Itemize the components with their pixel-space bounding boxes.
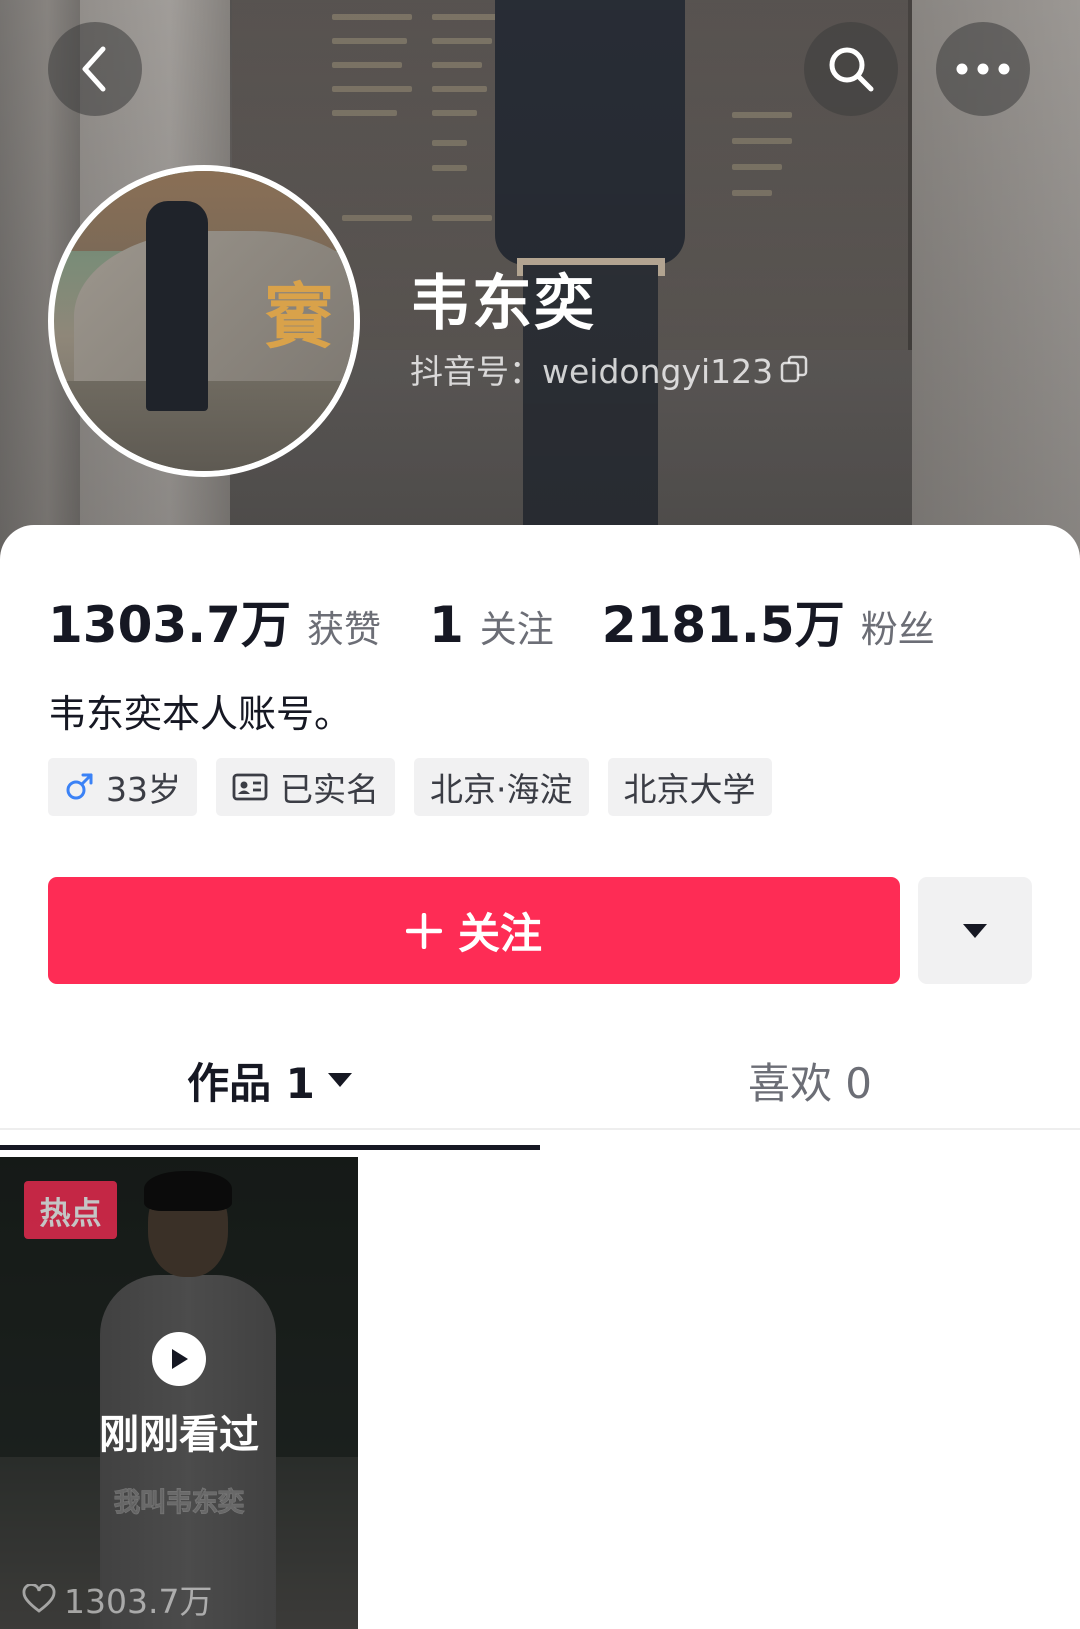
tag-verified-text: 已实名 [280, 770, 379, 809]
stat-following[interactable]: 1 关注 [429, 596, 554, 654]
copy-icon[interactable] [779, 354, 809, 384]
follow-button-label: 关注 [457, 909, 542, 958]
back-button[interactable] [48, 22, 142, 116]
video-like-count-text: 1303.7万 [64, 1582, 213, 1621]
stat-value: 1303.7万 [48, 596, 291, 654]
profile-name: 韦东奕 [410, 269, 596, 339]
stat-label: 粉丝 [860, 608, 935, 651]
tag-verified: 已实名 [216, 758, 395, 816]
caret-down-icon [963, 923, 987, 938]
tab-works-label: 作品 1 [187, 1058, 315, 1108]
stat-value: 1 [428, 596, 464, 654]
more-dots-icon [956, 63, 1010, 75]
follow-button[interactable]: 关注 [48, 877, 900, 984]
profile-bio: 韦东奕本人账号。 [48, 692, 353, 736]
douyin-id-text: 抖音号：weidongyi123 [410, 352, 774, 391]
play-icon [152, 1332, 206, 1386]
video-caption: 我叫韦东奕 [113, 1488, 244, 1519]
tag-school[interactable]: 北京大学 [607, 758, 772, 816]
stat-value: 2181.5万 [601, 596, 845, 654]
tab-works[interactable]: 作品 1 [0, 1030, 540, 1130]
stats-row: 1303.7万 获赞 1 关注 2181.5万 粉丝 [48, 585, 983, 657]
tag-age: 33岁 [48, 758, 197, 816]
tab-likes[interactable]: 喜欢 0 [540, 1030, 1080, 1130]
search-button[interactable] [804, 22, 898, 116]
content-tabs: 作品 1 喜欢 0 [0, 1030, 1080, 1130]
douyin-id[interactable]: 抖音号：weidongyi123 [410, 345, 809, 393]
video-like-count: 1303.7万 [22, 1575, 212, 1623]
id-card-icon [232, 773, 268, 801]
caret-down-icon [327, 1073, 352, 1087]
stat-followers[interactable]: 2181.5万 粉丝 [602, 585, 935, 657]
stat-label: 获赞 [306, 608, 381, 651]
tag-school-text: 北京大学 [623, 770, 756, 809]
active-tab-indicator [0, 1145, 540, 1150]
tag-location-text: 北京·海淀 [430, 770, 573, 809]
tag-age-text: 33岁 [106, 770, 181, 809]
avatar[interactable]: 賨 [48, 165, 360, 477]
heart-icon [22, 1584, 56, 1613]
search-icon [829, 47, 874, 92]
avatar-rock-inscription: 賨 [264, 275, 334, 358]
profile-tags: 33岁 已实名 北京·海淀 北京大学 [48, 758, 772, 816]
more-button[interactable] [936, 22, 1030, 116]
recommend-dropdown-button[interactable] [918, 877, 1032, 984]
hot-badge: 热点 [24, 1181, 117, 1239]
male-icon [66, 773, 93, 800]
stat-label: 关注 [479, 608, 554, 651]
tab-likes-label: 喜欢 0 [747, 1058, 873, 1108]
chevron-left-icon [82, 46, 106, 92]
tag-location: 北京·海淀 [414, 758, 589, 816]
just-watched-label: 刚刚看过 [99, 1412, 259, 1458]
stat-likes[interactable]: 1303.7万 获赞 [48, 585, 381, 657]
video-thumbnail[interactable]: 热点 刚刚看过 我叫韦东奕 1303.7万 [0, 1157, 358, 1629]
plus-icon [405, 912, 442, 949]
